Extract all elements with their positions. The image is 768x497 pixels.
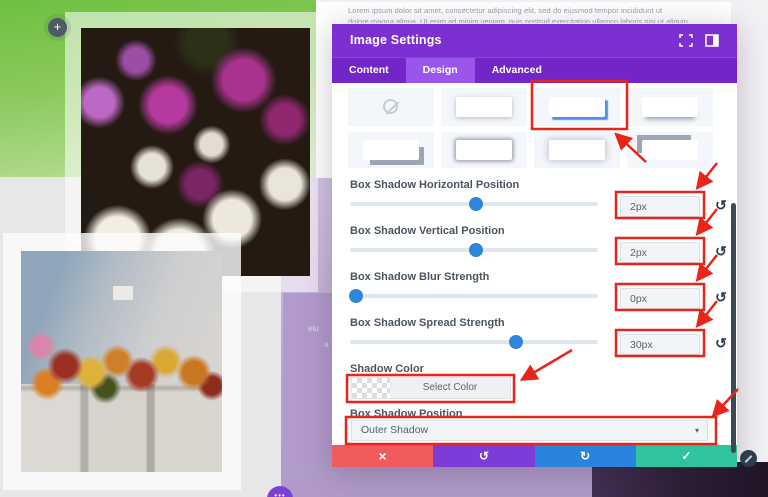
shadow-preset-offset-top-left[interactable] [627,132,713,168]
reset-icon[interactable]: ↺ [710,241,732,262]
selected-option-label: Outer Shadow [361,424,429,436]
vertical-position-input[interactable] [620,242,700,263]
vertical-position-label: Box Shadow Vertical Position [350,225,505,237]
slider-handle[interactable] [469,243,484,257]
blur-strength-input[interactable] [620,288,700,309]
blur-strength-label: Box Shadow Blur Strength [350,271,490,283]
box-shadow-position-label: Box Shadow Position [350,408,463,420]
modal-footer: × ↺ ↻ ✓ [332,445,737,467]
resize-handle-icon[interactable] [740,450,757,467]
transparency-checker-swatch [352,378,390,398]
add-section-button[interactable]: + [48,18,67,37]
chevron-down-icon: ▾ [694,426,699,435]
undo-button[interactable]: ↺ [433,445,535,467]
shadow-color-label: Shadow Color [350,363,424,375]
lorem-text-line1: Lorem ipsum dolor sit amet, consectetur … [348,6,663,15]
shadow-preset-none[interactable] [348,88,434,126]
cancel-button[interactable]: × [332,445,434,467]
box-shadow-position-select[interactable]: Outer Shadow ▾ [351,420,708,441]
lorem-text-line2: dolore magna aliqua. Ut enim ad minim ve… [348,17,688,23]
modal-scrollbar[interactable] [731,203,736,453]
horizontal-position-slider[interactable] [350,197,598,211]
expand-modal-icon[interactable] [679,34,693,47]
select-color-label: Select Color [422,382,478,393]
clipped-text: eiu [308,324,319,333]
image-settings-modal: Image Settings Content Design Advanced B… [332,24,737,467]
modal-header[interactable]: Image Settings [332,24,737,57]
modal-tab-bar: Content Design Advanced [332,57,737,83]
slider-handle[interactable] [349,289,364,303]
shadow-preset-glow[interactable] [534,132,620,168]
reset-icon[interactable]: ↺ [710,333,732,354]
reset-icon[interactable]: ↺ [710,287,732,308]
vertical-position-slider[interactable] [350,243,598,257]
spread-strength-input[interactable] [620,334,700,355]
redo-button[interactable]: ↻ [534,445,636,467]
tab-advanced[interactable]: Advanced [475,58,559,83]
spread-strength-label: Box Shadow Spread Strength [350,317,505,329]
horizontal-position-input[interactable] [620,196,700,217]
shadow-preset-soft[interactable] [441,88,527,126]
flower-market-photo[interactable] [21,251,222,472]
no-shadow-icon [383,99,398,114]
screen: Lorem ipsum dolor sit amet, consectetur … [0,0,768,497]
clipped-text: a [324,340,329,349]
dock-modal-icon[interactable] [705,34,719,47]
blur-strength-slider[interactable] [349,289,598,303]
shadow-preset-ring[interactable] [441,132,527,168]
modal-title: Image Settings [350,33,442,47]
shadow-preset-bottom-right-selected[interactable] [534,88,620,126]
dark-purple-section-background [592,462,768,497]
reset-icon[interactable]: ↺ [710,195,732,216]
save-button[interactable]: ✓ [635,445,737,467]
shadow-color-picker-button[interactable]: Select Color [351,377,511,399]
slider-handle[interactable] [509,335,524,349]
shadow-preset-bottom[interactable] [627,88,713,126]
tab-content[interactable]: Content [332,58,406,83]
shadow-preset-offset-bottom-right[interactable] [348,132,434,168]
tab-design[interactable]: Design [405,58,475,83]
slider-handle[interactable] [469,197,484,211]
horizontal-position-label: Box Shadow Horizontal Position [350,179,520,191]
spread-strength-slider[interactable] [350,335,598,349]
